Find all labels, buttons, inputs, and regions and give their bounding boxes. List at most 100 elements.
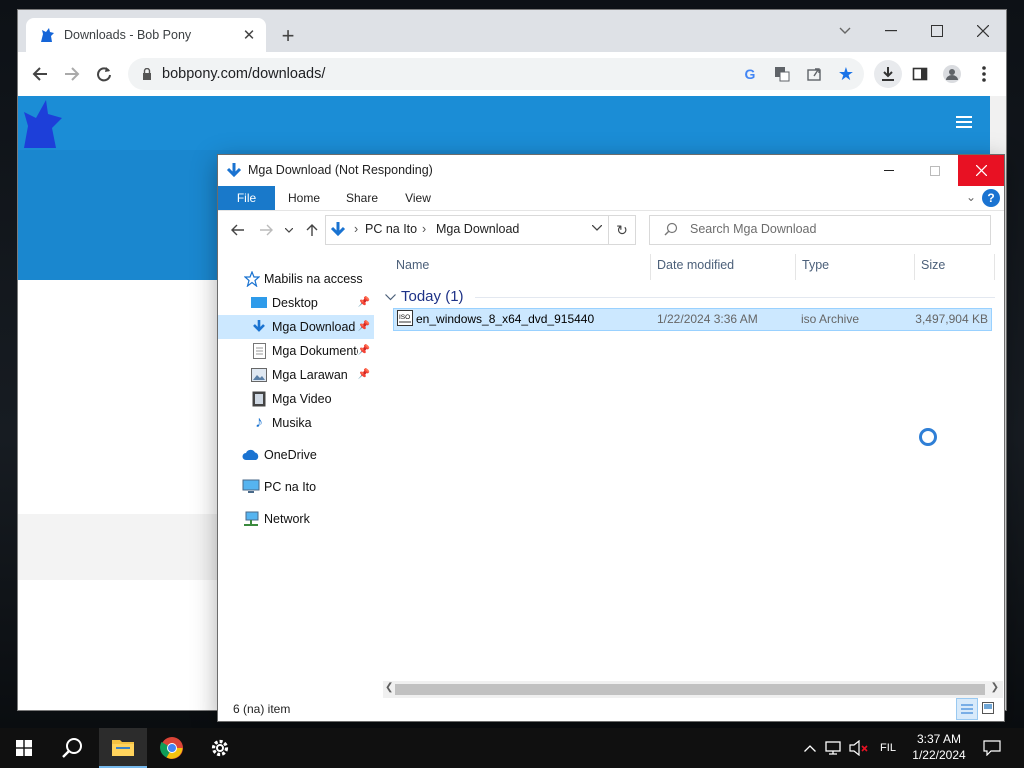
explorer-back-icon[interactable] <box>228 220 248 240</box>
reload-icon[interactable] <box>90 60 118 88</box>
address-separator-icon: › <box>354 222 359 236</box>
nav-item-documents[interactable]: Mga Dokumento 📌 <box>218 339 374 363</box>
star-icon <box>243 270 261 288</box>
translate-icon[interactable] <box>768 60 796 88</box>
column-header-type[interactable]: Type <box>802 258 829 272</box>
svg-text:ISO: ISO <box>399 314 410 321</box>
new-tab-icon[interactable]: + <box>276 24 300 48</box>
browser-toolbar: bobpony.com/downloads/ G ★ <box>18 52 1006 97</box>
chrome-taskbar-icon[interactable] <box>148 728 196 768</box>
address-segment-downloads[interactable]: Mga Download <box>436 222 519 236</box>
minimize-icon[interactable] <box>868 16 914 46</box>
nav-label: Mga Download <box>272 320 356 334</box>
computer-icon <box>242 478 260 496</box>
explorer-forward-icon[interactable] <box>256 220 276 240</box>
show-hidden-icons-icon[interactable] <box>802 728 818 768</box>
chrome-menu-icon[interactable] <box>970 60 998 88</box>
search-input[interactable]: Search Mga Download <box>649 215 991 245</box>
explorer-minimize-icon[interactable] <box>866 155 912 186</box>
nav-label: Desktop <box>272 296 318 310</box>
nav-item-onedrive[interactable]: OneDrive <box>218 443 374 467</box>
nav-item-music[interactable]: ♪ Musika <box>218 411 374 435</box>
nav-label: Musika <box>272 416 312 430</box>
back-icon[interactable] <box>26 60 54 88</box>
downloads-folder-icon <box>226 162 244 180</box>
address-bar[interactable]: bobpony.com/downloads/ G ★ <box>128 58 864 90</box>
nav-item-this-pc[interactable]: PC na Ito <box>218 475 374 499</box>
network-icon <box>242 510 260 528</box>
file-row[interactable]: ISO en_windows_8_x64_dvd_915440 1/22/202… <box>393 308 992 331</box>
nav-item-videos[interactable]: Mga Video <box>218 387 374 411</box>
ribbon-tab-file[interactable]: File <box>218 186 275 210</box>
clock[interactable]: 3:37 AM 1/22/2024 <box>904 731 974 763</box>
large-icons-view-icon[interactable] <box>978 698 998 718</box>
column-divider[interactable] <box>795 254 796 280</box>
scroll-thumb[interactable] <box>395 684 985 695</box>
site-menu-icon[interactable] <box>956 116 972 131</box>
site-logo-icon[interactable] <box>20 98 64 151</box>
recent-locations-icon[interactable] <box>282 220 296 240</box>
column-header-size[interactable]: Size <box>921 258 945 272</box>
site-header <box>18 96 990 150</box>
google-lens-icon[interactable]: G <box>736 60 764 88</box>
side-panel-icon[interactable] <box>906 60 934 88</box>
address-segment-pc[interactable]: PC na Ito <box>365 222 417 236</box>
ribbon-tab-share[interactable]: Share <box>336 186 388 210</box>
explorer-close-icon[interactable] <box>958 155 1004 186</box>
column-divider[interactable] <box>650 254 651 280</box>
share-icon[interactable] <box>800 60 828 88</box>
column-header-date[interactable]: Date modified <box>657 258 734 272</box>
notifications-icon[interactable] <box>980 728 1004 768</box>
nav-item-desktop[interactable]: Desktop 📌 <box>218 291 374 315</box>
maximize-icon[interactable] <box>914 16 960 46</box>
close-icon[interactable] <box>960 16 1006 46</box>
nav-label: OneDrive <box>264 448 317 462</box>
column-header-name[interactable]: Name <box>396 258 429 272</box>
explorer-address-bar[interactable]: › PC na Ito › Mga Download <box>325 215 609 245</box>
settings-gear-icon[interactable] <box>196 728 244 768</box>
group-header[interactable]: Today (1) <box>385 288 464 305</box>
file-date: 1/22/2024 3:36 AM <box>657 312 758 326</box>
nav-item-downloads[interactable]: Mga Download 📌 <box>218 315 374 339</box>
details-view-icon[interactable] <box>956 698 978 720</box>
column-divider[interactable] <box>994 254 995 280</box>
tab-search-icon[interactable] <box>822 16 868 46</box>
address-dropdown-icon[interactable] <box>591 222 603 234</box>
up-folder-icon[interactable] <box>302 220 322 240</box>
ribbon-tab-home[interactable]: Home <box>278 186 330 210</box>
expand-ribbon-icon[interactable]: ⌄ <box>966 190 976 204</box>
nav-item-pictures[interactable]: Mga Larawan 📌 <box>218 363 374 387</box>
file-explorer-taskbar-icon[interactable] <box>99 728 147 768</box>
clock-time: 3:37 AM <box>916 732 962 746</box>
browser-tab[interactable]: Downloads - Bob Pony ✕ <box>26 18 266 52</box>
help-icon[interactable]: ? <box>982 189 1000 207</box>
explorer-title: Mga Download (Not Responding) <box>248 163 433 177</box>
scroll-left-icon[interactable]: ❮ <box>385 682 393 693</box>
profile-avatar-icon[interactable] <box>938 60 966 88</box>
downloads-icon[interactable] <box>874 60 902 88</box>
tab-close-icon[interactable]: ✕ <box>238 24 260 46</box>
scroll-right-icon[interactable]: ❯ <box>991 682 999 693</box>
videos-folder-icon <box>250 390 268 408</box>
bookmark-star-icon[interactable]: ★ <box>832 60 860 88</box>
file-explorer-window: Mga Download (Not Responding) File Home … <box>218 155 1004 721</box>
ribbon-tab-view[interactable]: View <box>394 186 442 210</box>
start-windows-icon[interactable] <box>0 728 48 768</box>
documents-folder-icon <box>250 342 268 360</box>
collapse-chevron-icon[interactable] <box>385 288 396 305</box>
forward-icon[interactable] <box>58 60 86 88</box>
explorer-title-bar[interactable]: Mga Download (Not Responding) <box>218 155 1004 186</box>
group-label: Today (1) <box>401 288 464 305</box>
input-language[interactable]: FIL <box>874 728 902 768</box>
horizontal-scrollbar[interactable]: ❮ ❯ <box>383 681 1003 698</box>
search-taskbar-icon[interactable] <box>48 728 96 768</box>
nav-label: Network <box>264 512 310 526</box>
refresh-icon[interactable]: ↻ <box>609 215 636 245</box>
explorer-maximize-icon[interactable] <box>912 155 958 186</box>
network-tray-icon[interactable] <box>824 728 844 768</box>
pin-icon: 📌 <box>357 321 370 332</box>
volume-muted-icon[interactable] <box>848 728 870 768</box>
nav-quick-access[interactable]: Mabilis na access <box>218 267 374 291</box>
nav-item-network[interactable]: Network <box>218 507 374 531</box>
column-divider[interactable] <box>914 254 915 280</box>
